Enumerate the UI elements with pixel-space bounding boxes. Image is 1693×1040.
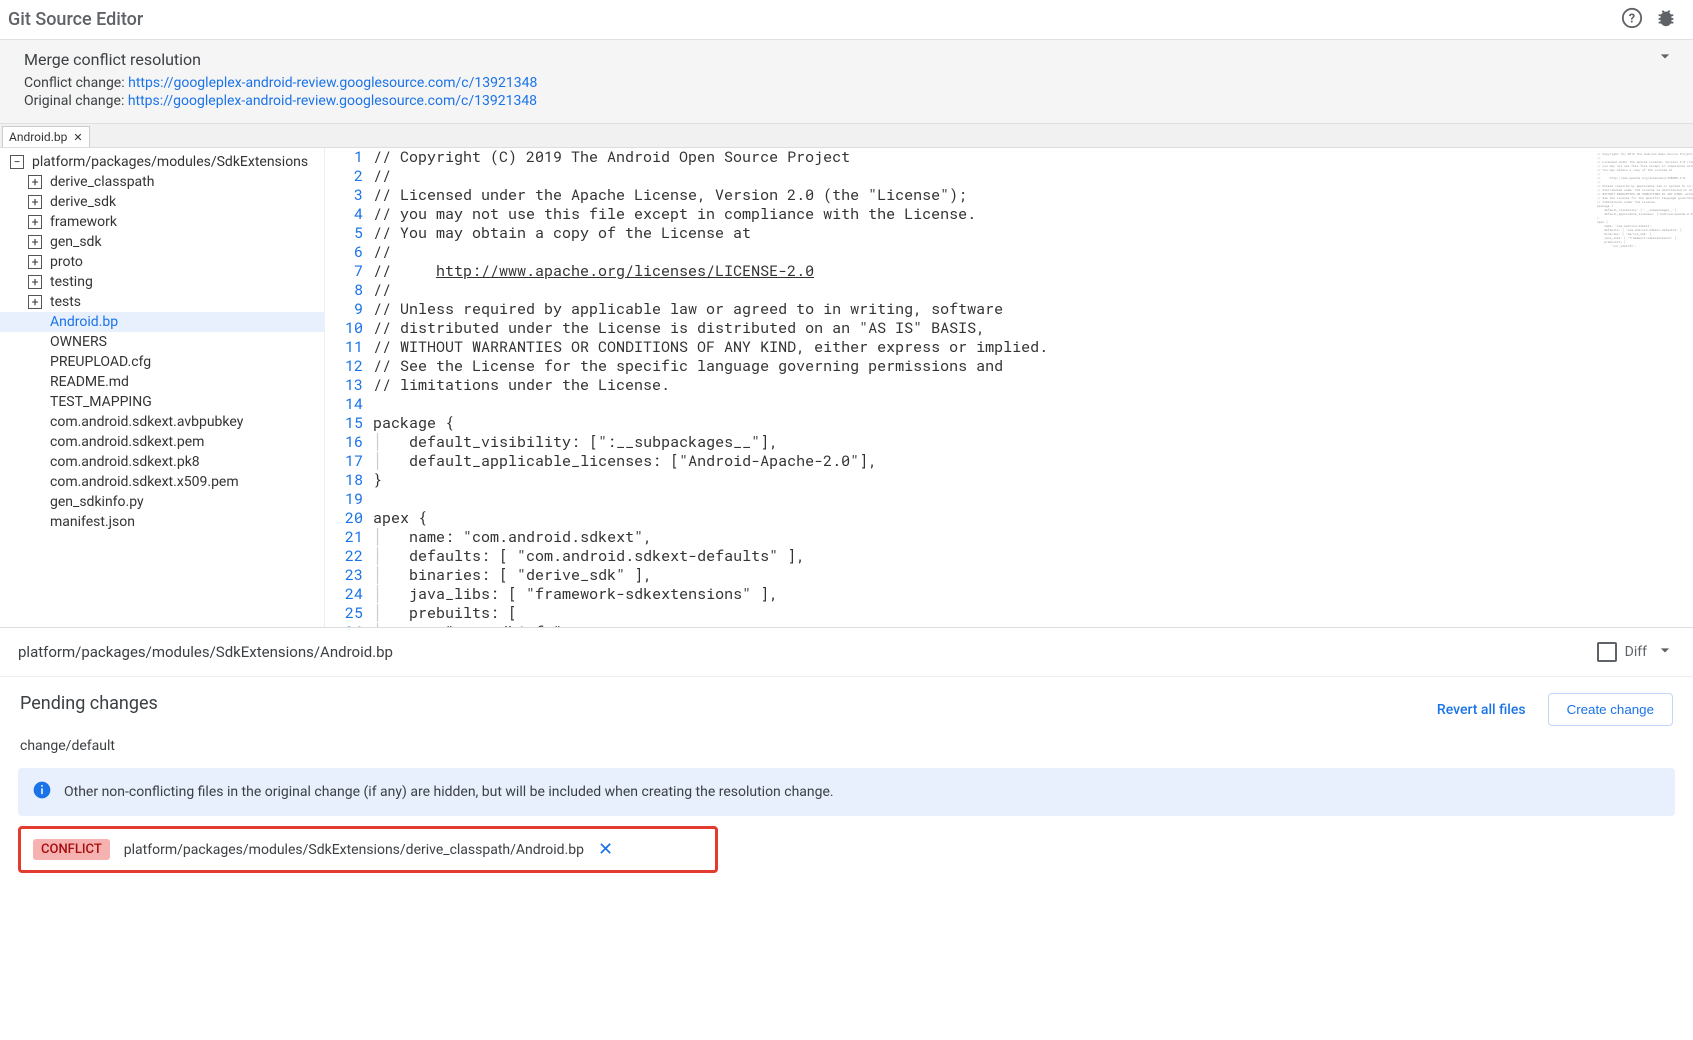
file-path: platform/packages/modules/SdkExtensions/… [18, 643, 393, 661]
tree-folder[interactable]: +gen_sdk [0, 232, 324, 252]
tree-file[interactable]: Android.bp [0, 312, 324, 332]
info-banner: Other non-conflicting files in the origi… [18, 768, 1675, 816]
svg-text:?: ? [1629, 11, 1635, 26]
conflict-path[interactable]: platform/packages/modules/SdkExtensions/… [124, 842, 584, 858]
plus-icon: + [28, 215, 42, 229]
minimap[interactable]: // Copyright (C) 2019 The Android Open S… [1593, 148, 1693, 627]
conflict-change-label: Conflict change: [24, 75, 128, 91]
plus-icon: + [28, 235, 42, 249]
tabbar: Android.bp ✕ [0, 124, 1693, 148]
create-change-button[interactable]: Create change [1548, 693, 1673, 726]
page-title: Git Source Editor [8, 9, 143, 30]
tree-folder[interactable]: +tests [0, 292, 324, 312]
tree-file[interactable]: README.md [0, 372, 324, 392]
tree-folder[interactable]: +derive_classpath [0, 172, 324, 192]
tree-file[interactable]: TEST_MAPPING [0, 392, 324, 412]
plus-icon: + [28, 275, 42, 289]
tab-android-bp[interactable]: Android.bp ✕ [2, 126, 90, 147]
branch-name: change/default [0, 734, 1693, 768]
close-icon[interactable]: ✕ [73, 131, 82, 144]
original-change-label: Original change: [24, 93, 128, 109]
tree-file[interactable]: PREUPLOAD.cfg [0, 352, 324, 372]
revert-all-button[interactable]: Revert all files [1437, 702, 1526, 718]
plus-icon: + [28, 175, 42, 189]
info-icon [32, 780, 64, 804]
tree-file[interactable]: OWNERS [0, 332, 324, 352]
header: Git Source Editor ? [0, 0, 1693, 40]
tree-file[interactable]: manifest.json [0, 512, 324, 532]
conflict-badge: CONFLICT [33, 839, 110, 860]
merge-conflict-heading: Merge conflict resolution [24, 50, 1669, 69]
tree-file[interactable]: com.android.sdkext.pem [0, 432, 324, 452]
tree-folder[interactable]: +proto [0, 252, 324, 272]
tree-file[interactable]: com.android.sdkext.pk8 [0, 452, 324, 472]
tree-folder[interactable]: +framework [0, 212, 324, 232]
conflict-change-link[interactable]: https://googleplex-android-review.google… [128, 75, 537, 91]
diff-label: Diff [1625, 644, 1647, 660]
bug-icon[interactable] [1655, 7, 1677, 33]
tree-folder[interactable]: +derive_sdk [0, 192, 324, 212]
file-tree[interactable]: − platform/packages/modules/SdkExtension… [0, 148, 325, 627]
pending-heading: Pending changes [20, 693, 158, 714]
plus-icon: + [28, 295, 42, 309]
code-area[interactable]: // Copyright (C) 2019 The Android Open S… [373, 148, 1593, 627]
plus-icon: + [28, 255, 42, 269]
plus-icon: + [28, 195, 42, 209]
tree-file[interactable]: com.android.sdkext.avbpubkey [0, 412, 324, 432]
pathbar: platform/packages/modules/SdkExtensions/… [0, 628, 1693, 677]
tree-folder[interactable]: +testing [0, 272, 324, 292]
help-icon[interactable]: ? [1621, 7, 1643, 33]
main-pane: − platform/packages/modules/SdkExtension… [0, 148, 1693, 628]
chevron-down-icon[interactable] [1655, 640, 1675, 664]
minus-icon: − [10, 155, 24, 169]
code-editor[interactable]: 1234567891011121314151617181920212223242… [325, 148, 1693, 627]
gutter: 1234567891011121314151617181920212223242… [325, 148, 373, 627]
merge-conflict-panel: Merge conflict resolution Conflict chang… [0, 40, 1693, 124]
tab-label: Android.bp [9, 130, 67, 144]
collapse-icon[interactable] [1655, 46, 1675, 70]
close-icon[interactable]: ✕ [598, 839, 613, 860]
pending-changes: Pending changes Revert all files Create … [0, 677, 1693, 734]
conflict-row: CONFLICT platform/packages/modules/SdkEx… [18, 826, 718, 873]
diff-checkbox[interactable] [1597, 642, 1617, 662]
original-change-link[interactable]: https://googleplex-android-review.google… [128, 93, 537, 109]
tree-file[interactable]: com.android.sdkext.x509.pem [0, 472, 324, 492]
tree-file[interactable]: gen_sdkinfo.py [0, 492, 324, 512]
info-text: Other non-conflicting files in the origi… [64, 784, 834, 800]
tree-root[interactable]: − platform/packages/modules/SdkExtension… [0, 152, 324, 172]
